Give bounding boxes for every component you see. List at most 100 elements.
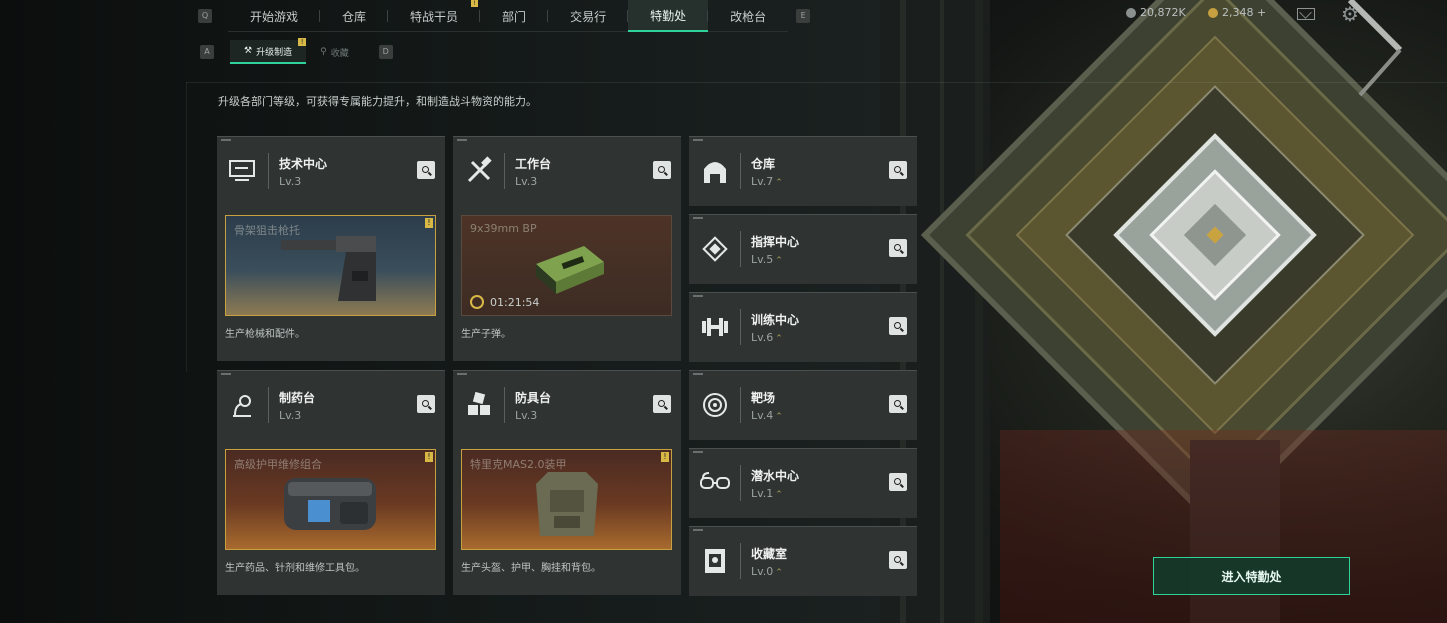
enter-special-ops-button[interactable]: 进入特勤处: [1153, 557, 1350, 595]
production-description: 生产子弹。: [461, 329, 511, 340]
tab-departments[interactable]: 部门: [480, 0, 549, 32]
inspect-button[interactable]: [653, 161, 671, 179]
card-header: 工作台 Lv.3: [453, 137, 681, 205]
search-icon: [657, 399, 665, 407]
subtab-collection[interactable]: ⚲ 收藏: [306, 40, 363, 64]
facility-level: Lv.4 ⌃: [751, 409, 783, 422]
facility-card-shooting-range[interactable]: 靶场 Lv.4 ⌃: [689, 370, 917, 440]
inspect-button[interactable]: [417, 161, 435, 179]
facility-card-workbench[interactable]: 工作台 Lv.3 9x39mm BP 01:21:54 生产子弹。: [453, 136, 681, 361]
card-header: 仓库 Lv.7 ⌃: [689, 137, 917, 205]
inspect-button[interactable]: [889, 551, 907, 569]
facility-card-pharmacy[interactable]: 制药台 Lv.3 高级护甲维修组合 ! 生产药品、针剂和维修工具包。: [217, 370, 445, 595]
currency-primary: 20,872K: [1126, 6, 1186, 19]
card-header: 训练中心 Lv.6 ⌃: [689, 293, 917, 361]
facility-card-warehouse[interactable]: 仓库 Lv.7 ⌃: [689, 136, 917, 206]
level-value: Lv.6: [751, 330, 774, 344]
search-icon: [421, 165, 429, 173]
dumbbell-icon: [689, 293, 741, 361]
inspect-button[interactable]: [889, 161, 907, 179]
facility-name: 靶场: [751, 390, 776, 405]
tab-trading[interactable]: 交易行: [548, 0, 629, 32]
tab-special-ops[interactable]: 特勤处: [628, 0, 709, 32]
facility-name: 工作台: [515, 156, 552, 171]
production-timer: 01:21:54: [470, 295, 539, 309]
next-tab-key-hint[interactable]: E: [796, 9, 811, 23]
facility-name: 制药台: [279, 390, 316, 405]
diving-goggles-icon: [689, 449, 741, 517]
next-subtab-key-hint[interactable]: D: [378, 45, 393, 59]
production-slot[interactable]: 9x39mm BP 01:21:54: [461, 215, 672, 316]
inspect-button[interactable]: [653, 395, 671, 413]
card-header: 潜水中心 Lv.1 ⌃: [689, 449, 917, 517]
card-header: 靶场 Lv.4 ⌃: [689, 371, 917, 439]
upgrade-arrows-icon: ⌃: [775, 411, 783, 422]
wrench-icon: ⚒: [244, 46, 253, 56]
upgrade-arrows-icon: ⌃: [775, 489, 783, 500]
top-navigation: Q 开始游戏 仓库 特战干员! 部门 交易行 特勤处 改枪台 E: [198, 0, 811, 32]
facility-card-training-center[interactable]: 训练中心 Lv.6 ⌃: [689, 292, 917, 362]
tab-warehouse[interactable]: 仓库: [320, 0, 389, 32]
tab-label: 特战干员: [410, 9, 459, 24]
facility-card-armory[interactable]: 防具台 Lv.3 特里克MAS2.0装甲 ! 生产头盔、护甲、胸挂和背包。: [453, 370, 681, 595]
tab-label: 特勤处: [650, 8, 687, 23]
facility-name: 训练中心: [751, 312, 800, 327]
mail-icon[interactable]: [1297, 8, 1315, 20]
facility-level: Lv.0 ⌃: [751, 565, 787, 578]
tab-label: 部门: [502, 9, 527, 24]
search-icon: [893, 321, 901, 329]
notification-badge: !: [471, 0, 479, 7]
production-slot[interactable]: 高级护甲维修组合 !: [225, 449, 436, 550]
facility-name: 仓库: [751, 156, 776, 171]
inspect-button[interactable]: [889, 395, 907, 413]
facility-level: Lv.5 ⌃: [751, 253, 799, 266]
timer-value: 01:21:54: [490, 295, 540, 309]
clock-icon: [470, 295, 484, 309]
facility-card-tech-center[interactable]: 技术中心 Lv.3 骨架狙击枪托 ! 生产枪械和配件。: [217, 136, 445, 361]
coin-icon: [1126, 7, 1136, 18]
trophy-case-icon: [689, 527, 741, 595]
production-slot[interactable]: 骨架狙击枪托 !: [225, 215, 436, 316]
currency-secondary-value: 2,348 +: [1222, 6, 1267, 19]
cubes-icon: [453, 371, 505, 439]
search-icon: [657, 165, 665, 173]
upgrade-arrows-icon: ⌃: [775, 567, 783, 578]
facility-card-diving-center[interactable]: 潜水中心 Lv.1 ⌃: [689, 448, 917, 518]
rifle-stock-image: [281, 236, 376, 301]
inspect-button[interactable]: [889, 239, 907, 257]
subtab-label: 收藏: [330, 48, 349, 59]
facility-card-collection-room[interactable]: 收藏室 Lv.0 ⌃: [689, 526, 917, 596]
facility-level: Lv.6 ⌃: [751, 331, 799, 344]
production-description: 生产药品、针剂和维修工具包。: [225, 563, 365, 574]
target-icon: [689, 371, 741, 439]
inspect-button[interactable]: [417, 395, 435, 413]
page-description: 升级各部门等级，可获得专属能力提升，和制造战斗物资的能力。: [218, 95, 537, 108]
inspect-button[interactable]: [889, 473, 907, 491]
card-header: 指挥中心 Lv.5 ⌃: [689, 215, 917, 283]
prev-tab-key-hint[interactable]: Q: [198, 9, 212, 23]
subtab-upgrade-craft[interactable]: ⚒ 升级制造 !: [230, 38, 307, 64]
facility-name: 收藏室: [751, 546, 788, 561]
tab-label: 改枪台: [730, 9, 767, 24]
inspect-button[interactable]: [889, 317, 907, 335]
facility-card-command-center[interactable]: 指挥中心 Lv.5 ⌃: [689, 214, 917, 284]
gear-icon[interactable]: ⚙: [1341, 2, 1359, 26]
tab-label: 交易行: [570, 9, 607, 24]
search-icon: [893, 477, 901, 485]
facility-level: Lv.3: [515, 408, 538, 422]
production-slot[interactable]: 特里克MAS2.0装甲 !: [461, 449, 672, 550]
tab-gunsmith[interactable]: 改枪台: [708, 0, 788, 32]
facility-level: Lv.3: [515, 174, 538, 188]
search-icon: [893, 555, 901, 563]
upgrade-arrows-icon: ⌃: [775, 333, 783, 344]
facility-level: Lv.1 ⌃: [751, 487, 799, 500]
prev-subtab-key-hint[interactable]: A: [200, 45, 214, 59]
level-value: Lv.0: [751, 564, 774, 578]
tab-label: 开始游戏: [250, 9, 299, 24]
currency-secondary[interactable]: 2,348 +: [1208, 6, 1266, 19]
notification-badge: !: [298, 38, 307, 46]
monitor-icon: [217, 137, 269, 205]
tab-operators[interactable]: 特战干员!: [388, 0, 481, 32]
card-header: 防具台 Lv.3: [453, 371, 681, 439]
tab-start-game[interactable]: 开始游戏: [228, 0, 321, 32]
